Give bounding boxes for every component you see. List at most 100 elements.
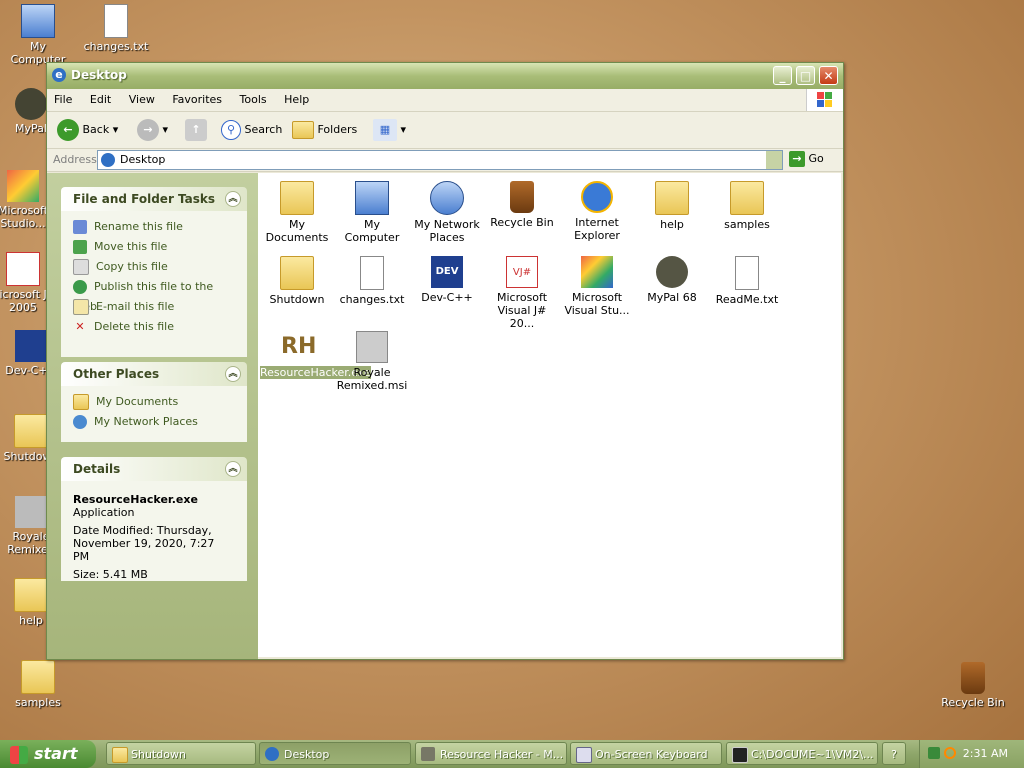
start-button[interactable]: start bbox=[0, 740, 96, 768]
other-places-header[interactable]: Other Places ︽ bbox=[61, 362, 247, 386]
window-title: Desktop bbox=[71, 68, 127, 82]
file-item[interactable]: Internet Explorer bbox=[560, 181, 634, 242]
go-button[interactable]: → Go bbox=[789, 151, 824, 167]
windows-logo-icon bbox=[806, 89, 843, 111]
menu-help[interactable]: Help bbox=[277, 89, 316, 110]
forward-button[interactable]: → ▾ bbox=[137, 118, 168, 142]
file-item[interactable]: Royale Remixed.msi bbox=[335, 331, 409, 392]
details-header[interactable]: Details ︽ bbox=[61, 457, 247, 481]
toolbar: ← Back ▾ → ▾ ↑ ⚲ Search Folders ▦ ▾ bbox=[47, 112, 843, 149]
file-item[interactable]: VJ# Microsoft Visual J# 20... bbox=[485, 256, 559, 330]
tray-app-icon[interactable] bbox=[928, 747, 940, 759]
title-bar[interactable]: e Desktop _ □ ✕ bbox=[47, 63, 843, 89]
file-list: My Documents My Computer My Network Plac… bbox=[258, 173, 841, 657]
search-button[interactable]: ⚲ Search bbox=[221, 118, 282, 142]
task-rename[interactable]: Rename this file bbox=[73, 217, 235, 237]
folders-icon bbox=[292, 121, 314, 139]
rename-icon bbox=[73, 220, 87, 234]
collapse-icon[interactable]: ︽ bbox=[225, 366, 241, 382]
explorer-window: e Desktop _ □ ✕ File Edit View Favorites… bbox=[46, 62, 844, 660]
address-label: Address bbox=[53, 153, 97, 166]
move-icon bbox=[73, 240, 87, 254]
file-item[interactable]: help bbox=[635, 181, 709, 231]
task-publish[interactable]: Publish this file to the Web bbox=[73, 277, 235, 313]
ie-icon bbox=[581, 181, 613, 213]
file-item-selected[interactable]: RH ResourceHacker.exe bbox=[260, 331, 371, 379]
place-my-documents[interactable]: My Documents bbox=[73, 392, 235, 412]
console-icon bbox=[732, 747, 748, 763]
task-shutdown[interactable]: Shutdown bbox=[106, 742, 256, 765]
views-icon: ▦ bbox=[373, 119, 397, 141]
network-icon bbox=[430, 181, 464, 215]
task-resource-hacker[interactable]: Resource Hacker - M... bbox=[415, 742, 567, 765]
menu-view[interactable]: View bbox=[122, 89, 162, 110]
computer-icon bbox=[355, 181, 389, 215]
file-item[interactable]: Shutdown bbox=[260, 256, 334, 306]
menu-favorites[interactable]: Favorites bbox=[165, 89, 229, 110]
file-item[interactable]: samples bbox=[710, 181, 784, 231]
file-item[interactable]: Microsoft Visual Stu... bbox=[560, 256, 634, 317]
task-delete[interactable]: ✕ Delete this file bbox=[73, 317, 235, 337]
task-copy[interactable]: Copy this file bbox=[73, 257, 235, 277]
recycle-bin-icon bbox=[510, 181, 534, 213]
details-name: ResourceHacker.exe bbox=[73, 493, 198, 506]
menu-edit[interactable]: Edit bbox=[83, 89, 118, 110]
collapse-icon[interactable]: ︽ bbox=[225, 191, 241, 207]
visual-studio-icon bbox=[581, 256, 613, 288]
text-file-icon bbox=[104, 4, 128, 38]
minimize-button[interactable]: _ bbox=[773, 66, 792, 85]
close-button[interactable]: ✕ bbox=[819, 66, 838, 85]
file-item[interactable]: MyPal 68 bbox=[635, 256, 709, 304]
task-command-prompt[interactable]: C:\DOCUME~1\VM2\... bbox=[726, 742, 878, 765]
taskbar: start Shutdown Desktop Resource Hacker -… bbox=[0, 740, 1024, 768]
file-item[interactable]: My Computer bbox=[335, 181, 409, 244]
tray-search-icon[interactable] bbox=[944, 747, 956, 759]
file-item[interactable]: DEV Dev-C++ bbox=[410, 256, 484, 304]
file-item[interactable]: My Network Places bbox=[410, 181, 484, 244]
desktop-icon-recycle-bin[interactable]: Recycle Bin bbox=[938, 662, 1008, 709]
file-item[interactable]: My Documents bbox=[260, 181, 334, 244]
ie-icon bbox=[101, 153, 115, 167]
folder-icon bbox=[14, 414, 48, 448]
desktop-icon-my-computer[interactable]: My Computer bbox=[3, 4, 73, 66]
details-modified: Date Modified: Thursday, November 19, 20… bbox=[73, 524, 215, 563]
folder-icon bbox=[14, 578, 48, 612]
desktop-icon-changes-txt[interactable]: changes.txt bbox=[81, 4, 151, 53]
folder-icon bbox=[112, 747, 128, 763]
resource-hacker-icon: RH bbox=[281, 334, 317, 359]
collapse-icon[interactable]: ︽ bbox=[225, 461, 241, 477]
back-arrow-icon: ← bbox=[57, 119, 79, 141]
file-tasks-panel: File and Folder Tasks ︽ Rename this file… bbox=[61, 187, 247, 357]
computer-icon bbox=[21, 4, 55, 38]
task-on-screen-keyboard[interactable]: On-Screen Keyboard bbox=[570, 742, 722, 765]
file-item[interactable]: Recycle Bin bbox=[485, 181, 559, 229]
visual-studio-icon bbox=[7, 170, 39, 202]
menu-tools[interactable]: Tools bbox=[233, 89, 274, 110]
maximize-button[interactable]: □ bbox=[796, 66, 815, 85]
menu-file[interactable]: File bbox=[47, 89, 79, 110]
text-file-icon bbox=[735, 256, 759, 290]
place-my-network[interactable]: My Network Places bbox=[73, 412, 235, 432]
globe-icon bbox=[73, 280, 87, 294]
address-dropdown-icon[interactable] bbox=[766, 151, 782, 169]
file-item[interactable]: ReadMe.txt bbox=[710, 256, 784, 306]
task-desktop[interactable]: Desktop bbox=[259, 742, 411, 765]
task-email[interactable]: E-mail this file bbox=[73, 297, 235, 317]
explorer-icon: e bbox=[52, 68, 66, 82]
network-icon bbox=[73, 415, 87, 429]
help-button[interactable]: ? bbox=[882, 742, 906, 765]
clock: 2:31 AM bbox=[962, 747, 1008, 760]
address-input[interactable]: Desktop bbox=[97, 150, 783, 170]
file-item[interactable]: changes.txt bbox=[335, 256, 409, 306]
views-button[interactable]: ▦ ▾ bbox=[373, 118, 406, 142]
keyboard-icon bbox=[576, 747, 592, 763]
file-tasks-header[interactable]: File and Folder Tasks ︽ bbox=[61, 187, 247, 211]
up-button[interactable]: ↑ bbox=[185, 118, 207, 142]
explorer-icon bbox=[265, 747, 279, 761]
folders-button[interactable]: Folders bbox=[292, 118, 357, 142]
desktop-icon-samples[interactable]: samples bbox=[3, 660, 73, 709]
back-button[interactable]: ← Back ▾ bbox=[57, 118, 118, 142]
task-move[interactable]: Move this file bbox=[73, 237, 235, 257]
resource-hacker-icon bbox=[421, 747, 435, 761]
details-size: Size: 5.41 MB bbox=[73, 568, 148, 581]
